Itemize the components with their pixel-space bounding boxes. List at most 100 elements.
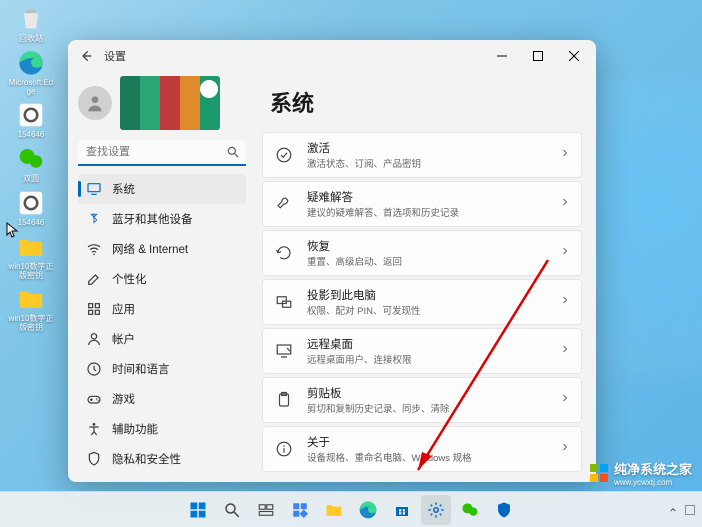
content: 系统 激活激活状态、订阅、产品密钥疑难解答建议的疑难解答、首选项和历史记录恢复重…	[256, 72, 596, 482]
sidebar-item-account[interactable]: 帐户	[78, 324, 246, 354]
sidebar-item-label: Windows 更新	[112, 481, 185, 482]
windows-icon	[189, 501, 207, 519]
taskbar[interactable]	[0, 491, 702, 527]
page-title: 系统	[270, 86, 582, 118]
sidebar-item-label: 系统	[112, 181, 135, 197]
settings-window: 设置 系统蓝牙和其他设备网络 & Internet个性化应	[68, 40, 596, 482]
taskbar-edge[interactable]	[353, 495, 383, 525]
desktop-icon-folder[interactable]: win10数字正版密钥	[6, 284, 56, 333]
recovery-icon	[275, 244, 293, 262]
gear-icon	[427, 501, 445, 519]
taskbar-widgets[interactable]	[285, 495, 315, 525]
sidebar-item-label: 辅助功能	[112, 421, 158, 437]
desktop-icon-file[interactable]: 154646	[6, 188, 56, 228]
desktop-icon-edge[interactable]: Microsoft Edge	[6, 48, 56, 97]
sidebar-item-privacy[interactable]: 隐私和安全性	[78, 444, 246, 474]
close-icon	[569, 51, 579, 61]
card-subtitle: 设备规格、重命名电脑、Windows 规格	[307, 450, 559, 464]
system-tray[interactable]	[668, 504, 696, 516]
project-icon	[275, 293, 293, 311]
sidebar-item-wifi[interactable]: 网络 & Internet	[78, 234, 246, 264]
taskbar-store[interactable]	[387, 495, 417, 525]
watermark-url: www.ycwxtj.com	[614, 478, 692, 487]
settings-card-activation[interactable]: 激活激活状态、订阅、产品密钥	[262, 132, 582, 178]
titlebar[interactable]: 设置	[68, 40, 596, 72]
taskbar-start[interactable]	[183, 495, 213, 525]
chevron-right-icon	[559, 146, 571, 164]
sidebar-item-time[interactable]: 时间和语言	[78, 354, 246, 384]
settings-card-remote[interactable]: 远程桌面远程桌面用户、连接权限	[262, 328, 582, 374]
taskbar-search[interactable]	[217, 495, 247, 525]
desktop-icon-file[interactable]: 154646	[6, 100, 56, 140]
widgets-icon	[291, 501, 309, 519]
desktop-icon-recycle[interactable]: 回收站	[6, 4, 56, 44]
user-section[interactable]	[78, 76, 246, 130]
settings-card-clipboard[interactable]: 剪贴板剪切和复制历史记录、同步、清除	[262, 377, 582, 423]
sidebar-item-label: 应用	[112, 301, 135, 317]
settings-card-troubleshoot[interactable]: 疑难解答建议的疑难解答、首选项和历史记录	[262, 181, 582, 227]
taskbar-shield[interactable]	[489, 495, 519, 525]
avatar	[78, 86, 112, 120]
display-icon	[86, 181, 102, 197]
window-controls	[484, 40, 592, 72]
card-subtitle: 建议的疑难解答、首选项和历史记录	[307, 205, 559, 219]
card-title: 关于	[307, 434, 559, 450]
sidebar-item-bluetooth[interactable]: 蓝牙和其他设备	[78, 204, 246, 234]
chevron-up-icon[interactable]	[668, 505, 678, 515]
sidebar-item-apps[interactable]: 应用	[78, 294, 246, 324]
taskbar-explorer[interactable]	[319, 495, 349, 525]
chevron-right-icon	[559, 195, 571, 213]
folder-icon	[324, 500, 344, 520]
card-subtitle: 重置、高级启动、返回	[307, 254, 559, 268]
wechat-icon	[16, 144, 46, 174]
sidebar-item-label: 个性化	[112, 271, 147, 287]
edge-icon	[16, 48, 46, 78]
card-subtitle: 激活状态、订阅、产品密钥	[307, 156, 559, 170]
gaming-icon	[86, 391, 102, 407]
sidebar-item-personalize[interactable]: 个性化	[78, 264, 246, 294]
sidebar-item-update[interactable]: Windows 更新	[78, 474, 246, 482]
sidebar-item-label: 游戏	[112, 391, 135, 407]
sidebar-item-accessibility[interactable]: 辅助功能	[78, 414, 246, 444]
settings-card-project[interactable]: 投影到此电脑权限、配对 PIN、可发现性	[262, 279, 582, 325]
activation-icon	[275, 146, 293, 164]
desktop-icon-label: 回收站	[19, 35, 43, 44]
about-icon	[275, 440, 293, 458]
bluetooth-icon	[86, 211, 102, 227]
sidebar-item-label: 帐户	[112, 331, 135, 347]
time-icon	[86, 361, 102, 377]
maximize-button[interactable]	[520, 40, 556, 72]
ime-icon[interactable]	[684, 504, 696, 516]
desktop-icon-label: 154646	[18, 131, 45, 140]
close-button[interactable]	[556, 40, 592, 72]
desktop-icon-wechat[interactable]: 双圆	[6, 144, 56, 184]
privacy-icon	[86, 451, 102, 467]
settings-card-about[interactable]: 关于设备规格、重命名电脑、Windows 规格	[262, 426, 582, 472]
sidebar-item-gaming[interactable]: 游戏	[78, 384, 246, 414]
settings-cards: 激活激活状态、订阅、产品密钥疑难解答建议的疑难解答、首选项和历史记录恢复重置、高…	[262, 132, 582, 472]
search-input[interactable]	[78, 140, 246, 166]
desktop-icon-label: 双圆	[23, 175, 39, 184]
app-title: 设置	[104, 48, 126, 64]
sidebar-item-label: 时间和语言	[112, 361, 170, 377]
account-icon	[86, 331, 102, 347]
taskbar-wechat[interactable]	[455, 495, 485, 525]
troubleshoot-icon	[275, 195, 293, 213]
watermark: 纯净系统之家 www.ycwxtj.com	[590, 459, 692, 487]
search-icon	[223, 501, 241, 519]
sidebar-item-display[interactable]: 系统	[78, 174, 246, 204]
desktop-icon-label: 154646	[18, 219, 45, 228]
store-icon	[393, 501, 411, 519]
sidebar-item-label: 隐私和安全性	[112, 451, 181, 467]
taskview-icon	[257, 501, 275, 519]
card-title: 恢复	[307, 238, 559, 254]
desktop-icon-folder[interactable]: win10数字正版密钥	[6, 232, 56, 281]
taskbar-taskview[interactable]	[251, 495, 281, 525]
taskbar-settings[interactable]	[421, 495, 451, 525]
minimize-button[interactable]	[484, 40, 520, 72]
update-icon	[86, 481, 102, 482]
user-banner-image	[120, 76, 220, 130]
settings-card-recovery[interactable]: 恢复重置、高级启动、返回	[262, 230, 582, 276]
back-button[interactable]	[72, 42, 100, 70]
watermark-logo-icon	[590, 464, 608, 482]
